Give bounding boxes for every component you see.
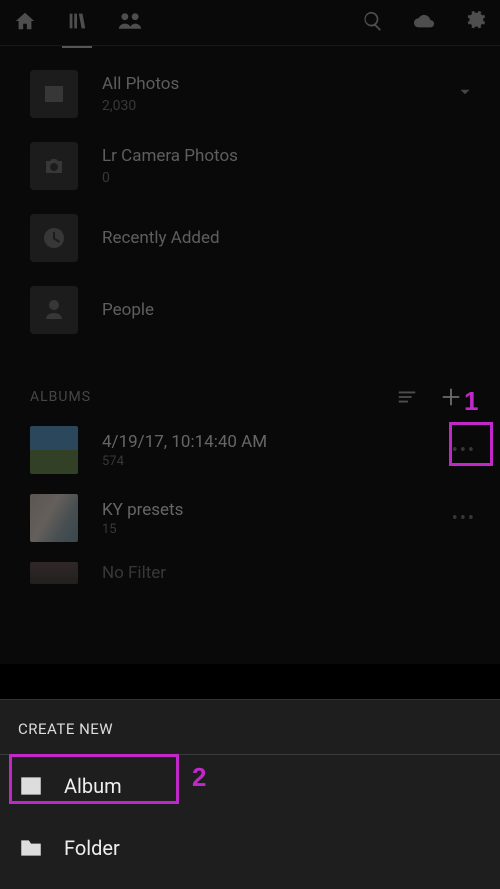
library-count: 2,030: [102, 98, 456, 114]
album-title: No Filter: [102, 563, 480, 583]
home-icon[interactable]: [14, 10, 36, 36]
album-title: KY presets: [102, 500, 452, 520]
library-icon[interactable]: [66, 10, 88, 36]
album-count: 574: [102, 454, 452, 469]
sheet-header: CREATE NEW: [0, 700, 500, 755]
album-item[interactable]: No Filter: [20, 552, 480, 594]
cloud-icon[interactable]: [412, 10, 436, 36]
camera-icon: [30, 142, 78, 190]
top-nav: [0, 0, 500, 46]
library-title: Recently Added: [102, 228, 480, 248]
search-icon[interactable]: [362, 10, 384, 36]
library-count: 0: [102, 170, 480, 186]
library-item-recent[interactable]: Recently Added: [20, 202, 480, 274]
sheet-option-album[interactable]: Album: [0, 755, 500, 817]
image-icon: [30, 70, 78, 118]
album-thumbnail: [30, 494, 78, 542]
library-title: People: [102, 300, 480, 320]
clock-icon: [30, 214, 78, 262]
people-icon[interactable]: [118, 10, 142, 36]
chevron-down-icon[interactable]: [456, 83, 474, 105]
add-album-button[interactable]: [432, 378, 470, 416]
album-item[interactable]: 4/19/17, 10:14:40 AM 574 •••: [20, 416, 480, 484]
image-icon: [18, 773, 44, 799]
sheet-option-label: Album: [64, 774, 122, 798]
albums-header: ALBUMS: [20, 378, 480, 416]
more-icon[interactable]: •••: [452, 440, 476, 461]
sheet-option-label: Folder: [64, 836, 120, 860]
folder-icon: [18, 835, 44, 861]
person-icon: [30, 286, 78, 334]
album-thumbnail: [30, 562, 78, 584]
album-item[interactable]: KY presets 15 •••: [20, 484, 480, 552]
albums-title: ALBUMS: [30, 389, 91, 405]
album-thumbnail: [30, 426, 78, 474]
sort-icon[interactable]: [396, 386, 418, 408]
library-item-all-photos[interactable]: All Photos 2,030: [20, 58, 480, 130]
library-content: All Photos 2,030 Lr Camera Photos 0 Rece…: [0, 46, 500, 594]
gear-icon[interactable]: [464, 10, 486, 36]
album-title: 4/19/17, 10:14:40 AM: [102, 432, 452, 452]
sheet-option-folder[interactable]: Folder: [0, 817, 500, 879]
create-new-sheet: CREATE NEW Album Folder: [0, 699, 500, 889]
album-count: 15: [102, 522, 452, 537]
more-icon[interactable]: •••: [452, 508, 476, 529]
library-title: Lr Camera Photos: [102, 146, 480, 166]
library-item-people[interactable]: People: [20, 274, 480, 346]
library-item-lr-camera[interactable]: Lr Camera Photos 0: [20, 130, 480, 202]
library-title: All Photos: [102, 74, 456, 94]
